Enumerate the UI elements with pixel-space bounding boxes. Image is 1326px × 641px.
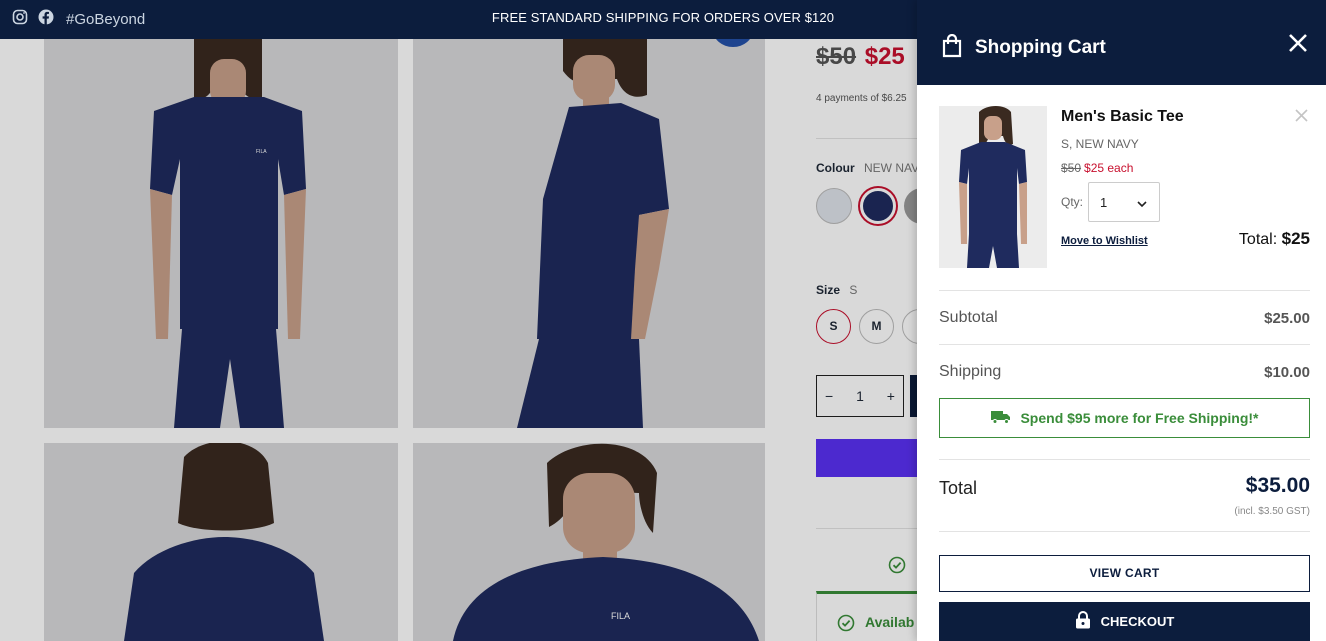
divider [939, 290, 1310, 291]
checkout-label: CHECKOUT [1100, 614, 1175, 629]
subtotal-label: Subtotal [939, 309, 998, 326]
page-overlay[interactable] [0, 39, 917, 641]
subtotal-value: $25.00 [1264, 310, 1310, 327]
divider [939, 531, 1310, 532]
cart-title: Shopping Cart [975, 37, 1106, 58]
close-icon[interactable] [1288, 33, 1308, 58]
free-shipping-message: Spend $95 more for Free Shipping!* [1020, 410, 1259, 426]
view-cart-button[interactable]: VIEW CART [939, 555, 1310, 592]
cart-item-name[interactable]: Men's Basic Tee [1061, 108, 1184, 126]
qty-select-value: 1 [1100, 195, 1108, 210]
shopping-cart-drawer: Shopping Cart Men's Basic Tee S, NEW NAV… [917, 0, 1326, 641]
cart-item-total-label: Total: [1238, 231, 1278, 248]
remove-item-icon[interactable] [1295, 109, 1308, 127]
divider [939, 459, 1310, 460]
shipping-label: Shipping [939, 363, 1002, 380]
qty-label: Qty: [1061, 195, 1084, 209]
lock-icon [1075, 611, 1091, 632]
cart-item-price: $50 $25 each [1061, 161, 1133, 175]
qty-select[interactable]: 1 [1088, 182, 1160, 222]
shopping-bag-icon [941, 33, 963, 63]
cart-item-variant: S, NEW NAVY [1061, 137, 1139, 151]
cart-header: Shopping Cart [917, 0, 1326, 85]
cart-item-image[interactable] [939, 106, 1047, 268]
free-shipping-banner: Spend $95 more for Free Shipping!* [939, 398, 1310, 438]
move-to-wishlist-link[interactable]: Move to Wishlist [1061, 235, 1148, 247]
cart-item-old-price: $50 [1061, 161, 1082, 175]
checkout-button[interactable]: CHECKOUT [939, 602, 1310, 641]
cart-item-total: Total: $25 [1239, 229, 1310, 249]
total-value: $35.00 [1245, 474, 1310, 497]
cart-item-total-value: $25 [1281, 229, 1310, 248]
total-label: Total [939, 478, 978, 498]
truck-icon [990, 410, 1012, 427]
chevron-down-icon [1137, 196, 1147, 211]
gst-note: (incl. $3.50 GST) [1234, 506, 1310, 517]
shipping-value: $10.00 [1264, 364, 1310, 381]
divider [939, 344, 1310, 345]
cart-item-sale-price: $25 each [1084, 161, 1134, 175]
